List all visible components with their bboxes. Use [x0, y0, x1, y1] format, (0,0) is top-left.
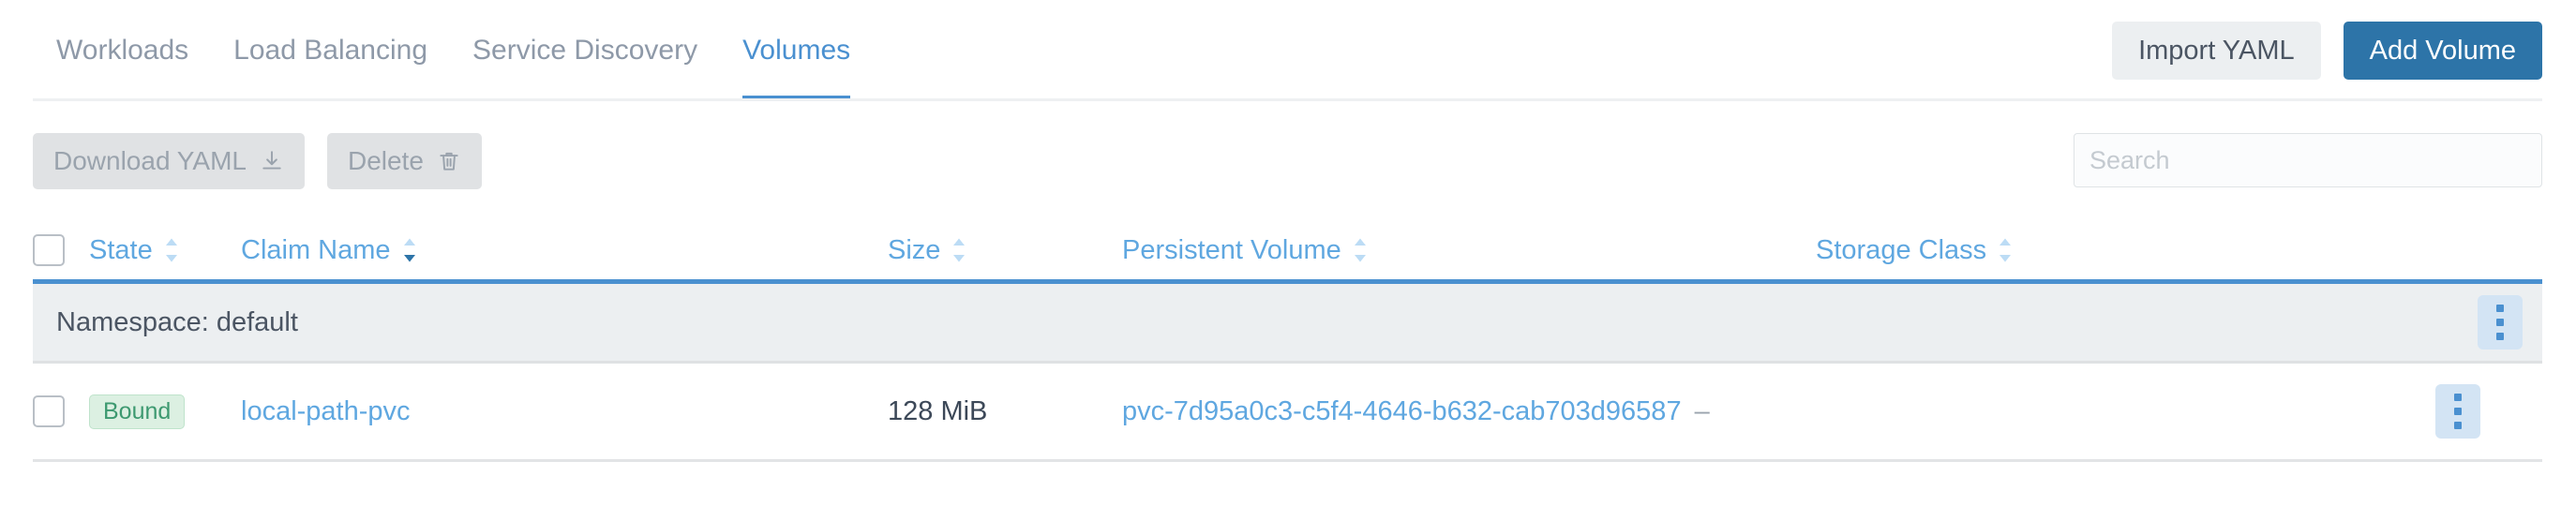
cell-persistent-volume: pvc-7d95a0c3-c5f4-4646-b632-cab703d96587…: [1122, 396, 1816, 427]
bulk-actions: Download YAML Delete: [33, 133, 482, 189]
tab-service-discovery-label: Service Discovery: [472, 35, 698, 66]
size-value: 128 MiB: [888, 395, 988, 426]
sort-icon-state: [162, 236, 181, 264]
tab-bar-divider: [33, 98, 2542, 101]
namespace-group-actions-cell: [2458, 295, 2542, 350]
column-header-size-label: Size: [888, 234, 941, 265]
storage-class-value: –: [1694, 395, 1710, 426]
status-badge: Bound: [89, 394, 186, 429]
row-checkbox[interactable]: [33, 395, 65, 427]
row-actions-cell: [2416, 384, 2500, 439]
tab-workloads-label: Workloads: [56, 35, 189, 66]
sort-icon-storage-class: [1996, 236, 2014, 264]
download-yaml-button[interactable]: Download YAML: [33, 133, 305, 189]
column-header-claim-name-label: Claim Name: [241, 234, 391, 265]
import-yaml-button[interactable]: Import YAML: [2112, 22, 2321, 80]
column-header-storage-class[interactable]: Storage Class: [1816, 235, 2416, 266]
column-header-storage-class-label: Storage Class: [1816, 234, 1987, 265]
persistent-volume-link[interactable]: pvc-7d95a0c3-c5f4-4646-b632-cab703d96587: [1122, 396, 1682, 427]
sort-icon-size: [950, 236, 968, 264]
tab-load-balancing-label: Load Balancing: [233, 35, 428, 66]
search-container: [2074, 133, 2542, 187]
tab-load-balancing[interactable]: Load Balancing: [211, 0, 450, 101]
column-header-persistent-volume[interactable]: Persistent Volume: [1122, 235, 1816, 266]
sort-icon-persistent-volume: [1351, 236, 1370, 264]
column-header-claim-name[interactable]: Claim Name: [241, 235, 888, 266]
select-all-cell: [33, 234, 89, 266]
volumes-table: State Claim Name Size Persistent Volume …: [33, 221, 2542, 462]
sort-icon-claim-name: [400, 236, 419, 264]
claim-name-link[interactable]: local-path-pvc: [241, 396, 411, 426]
tab-volumes[interactable]: Volumes: [720, 0, 873, 101]
delete-button[interactable]: Delete: [326, 133, 482, 189]
namespace-group-label: Namespace: default: [56, 306, 298, 337]
tab-bar: Workloads Load Balancing Service Discove…: [0, 0, 2576, 101]
delete-label: Delete: [347, 146, 424, 175]
column-header-size[interactable]: Size: [888, 235, 1122, 266]
column-header-state-label: State: [89, 234, 153, 265]
tab-workloads[interactable]: Workloads: [47, 0, 211, 101]
header-actions: Import YAML Add Volume: [2112, 0, 2542, 101]
download-yaml-label: Download YAML: [53, 146, 247, 175]
namespace-group-row: Namespace: default: [33, 284, 2542, 364]
table-toolbar: Download YAML Delete: [33, 127, 2542, 204]
column-header-persistent-volume-label: Persistent Volume: [1122, 234, 1341, 265]
tab-service-discovery[interactable]: Service Discovery: [450, 0, 720, 101]
cell-state: Bound: [89, 394, 241, 429]
search-input[interactable]: [2074, 133, 2542, 187]
column-header-state[interactable]: State: [89, 235, 241, 266]
trash-icon: [437, 149, 461, 173]
add-volume-button[interactable]: Add Volume: [2343, 22, 2542, 80]
tab-volumes-label: Volumes: [742, 35, 851, 66]
kebab-menu-icon[interactable]: [2478, 295, 2523, 350]
cell-size: 128 MiB: [888, 396, 1122, 427]
table-header-row: State Claim Name Size Persistent Volume …: [33, 221, 2542, 284]
row-select-cell: [33, 395, 89, 427]
kebab-menu-icon[interactable]: [2435, 384, 2480, 439]
table-row: Bound local-path-pvc 128 MiB pvc-7d95a0c…: [33, 364, 2542, 462]
tab-list: Workloads Load Balancing Service Discove…: [47, 0, 873, 101]
download-icon: [260, 149, 284, 173]
select-all-checkbox[interactable]: [33, 234, 65, 266]
cell-claim-name: local-path-pvc: [241, 396, 888, 427]
